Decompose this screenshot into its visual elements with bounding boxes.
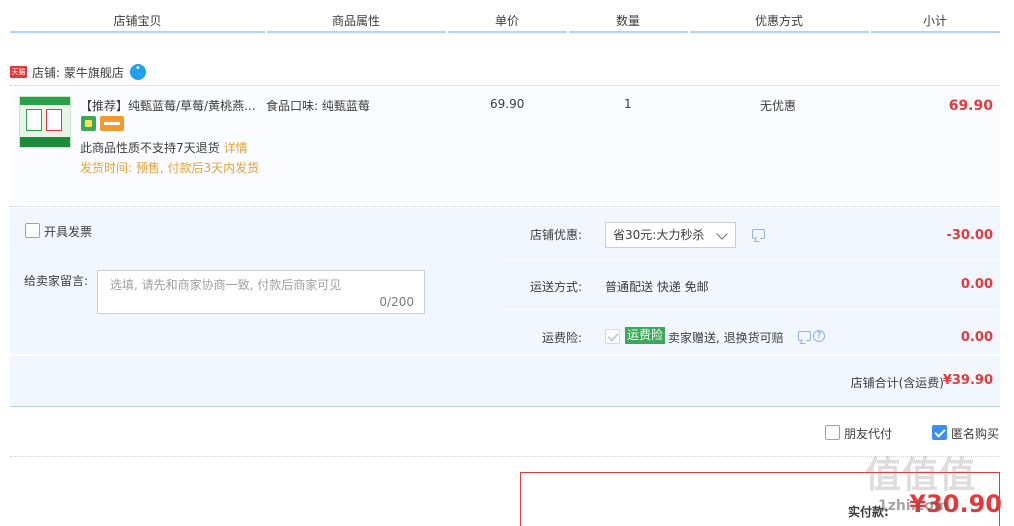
tmall-badge-icon: 天猫 [10, 66, 27, 78]
product-attribute: 食品口味: 纯甄蓝莓 [266, 99, 370, 113]
message-box: 0/200 [97, 270, 425, 314]
shipping-method: 普通配送 快递 免邮 [605, 280, 709, 294]
item-subtotal: 69.90 [948, 98, 993, 114]
service-badge-icon[interactable] [81, 116, 96, 131]
quantity-value: 1 [624, 97, 632, 111]
ship-time-notice: 发货时间: 预售, 付款后3天内发货 [80, 161, 260, 175]
row-divider [506, 309, 1000, 310]
unit-price: 69.90 [490, 97, 525, 111]
insurance-checkbox [605, 329, 620, 344]
message-char-count: 0/200 [379, 295, 414, 309]
header-gap [446, 31, 448, 33]
watermark-url: 1zhi.com [878, 498, 949, 514]
no-return-notice: 此商品性质不支持7天退货 详情 [80, 139, 248, 156]
header-gap [688, 31, 690, 33]
shop-total-label: 店铺合计(含运费) [850, 376, 944, 390]
shipping-label: 运送方式: [529, 280, 582, 294]
comment-icon[interactable] [752, 229, 765, 239]
card-payment-badge-icon[interactable] [100, 116, 124, 131]
anonymous-purchase-label[interactable]: 匿名购买 [951, 425, 999, 442]
shop-discount-amount: -30.00 [946, 228, 993, 243]
header-gap [869, 31, 871, 33]
anonymous-purchase-checkbox[interactable] [932, 425, 947, 440]
shop-total-amount: ¥39.90 [942, 373, 993, 388]
header-gap [567, 31, 569, 33]
insurance-label: 运费险: [541, 331, 582, 345]
product-title-link[interactable]: 【推荐】纯甄蓝莓/草莓/黄桃燕... [80, 97, 260, 114]
message-label: 给卖家留言: [24, 274, 89, 288]
no-return-text: 此商品性质不支持7天退货 [80, 141, 220, 155]
section-divider [10, 456, 1000, 457]
header-gap [265, 31, 267, 33]
no-return-details-link[interactable]: 详情 [224, 141, 248, 155]
insurance-amount: 0.00 [960, 330, 993, 345]
shop-discount-selected: 省30元:大力秒杀 [613, 228, 705, 242]
shop-discount-label: 店铺优惠: [529, 228, 582, 242]
header-divider [10, 31, 1000, 33]
help-icon[interactable]: ? [813, 330, 825, 342]
shop-row: 天猫 店铺: 蒙牛旗舰店 [10, 60, 146, 84]
invoice-checkbox[interactable] [25, 223, 40, 238]
wangwang-chat-icon[interactable] [129, 63, 146, 80]
shop-name-link[interactable]: 店铺: 蒙牛旗舰店 [32, 64, 124, 81]
comment-icon[interactable] [798, 331, 811, 341]
shop-discount-select[interactable]: 省30元:大力秒杀 [605, 222, 736, 248]
friend-pay-checkbox[interactable] [825, 425, 840, 440]
watermark-logo: 值值值 [865, 455, 977, 496]
row-divider [506, 260, 1000, 261]
friend-pay-label[interactable]: 朋友代付 [844, 425, 892, 442]
insurance-tag: 运费险 [625, 327, 666, 344]
product-thumbnail[interactable] [19, 96, 71, 148]
chevron-down-icon [716, 228, 728, 240]
promotion-value: 无优惠 [760, 99, 797, 113]
insurance-description: 卖家赠送, 退换货可赔 [668, 331, 784, 345]
shipping-amount: 0.00 [960, 277, 993, 292]
invoice-label[interactable]: 开具发票 [44, 223, 92, 240]
seller-message-input[interactable] [98, 271, 424, 313]
